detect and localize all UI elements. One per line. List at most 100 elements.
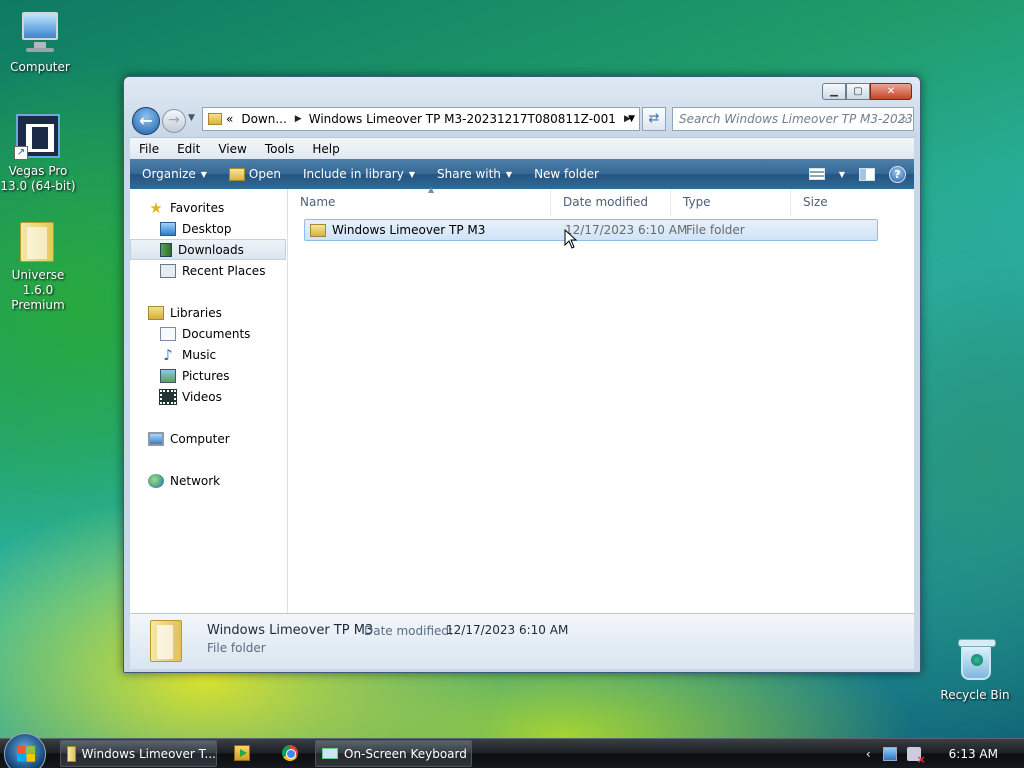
nav-label: Downloads	[178, 242, 244, 257]
column-header-type[interactable]: Type	[671, 189, 791, 215]
nav-label: Videos	[182, 389, 222, 404]
nav-music[interactable]: ♪ Music	[130, 344, 286, 365]
refresh-button[interactable]: ⇄	[642, 107, 666, 131]
taskbar-button-explorer[interactable]: Windows Limeover T...	[60, 740, 217, 767]
menu-help[interactable]: Help	[303, 142, 348, 156]
nav-label: Recent Places	[182, 263, 266, 278]
nav-label: Network	[170, 473, 221, 488]
command-bar-right: ▼ ?	[808, 165, 914, 183]
forward-button[interactable]: →	[162, 109, 186, 133]
breadcrumb-current-folder[interactable]: Windows Limeover TP M3-20231217T080811Z-…	[309, 112, 616, 126]
desktop-icon-computer[interactable]: Computer	[0, 8, 80, 75]
address-row: ← → ▼ « Down... ▶ Windows Limeover TP M3…	[132, 107, 914, 135]
column-header-date[interactable]: Date modified	[551, 189, 671, 215]
folder-icon	[14, 216, 62, 264]
include-label: Include in library	[302, 167, 404, 181]
dropdown-arrow-icon: ▼	[408, 169, 415, 179]
nav-label: Pictures	[182, 368, 230, 383]
start-button[interactable]	[4, 733, 46, 768]
nav-pictures[interactable]: Pictures	[130, 365, 286, 386]
nav-desktop[interactable]: Desktop	[130, 218, 286, 239]
taskbar-button-keyboard[interactable]: On-Screen Keyboard	[315, 740, 472, 767]
mouse-cursor-icon	[564, 229, 578, 249]
desktop-icon-universe[interactable]: Universe 1.6.0 Premium	[0, 216, 78, 313]
help-icon[interactable]: ?	[889, 165, 906, 183]
menu-file[interactable]: File	[130, 142, 168, 156]
clock[interactable]: 6:13 AM	[949, 747, 998, 761]
column-header-name[interactable]: ▲ Name	[288, 185, 551, 215]
desktop-icon-label: Recycle Bin	[940, 688, 1010, 702]
refresh-icon: ⇄	[648, 111, 660, 126]
media-player-icon[interactable]	[234, 745, 250, 761]
nav-downloads[interactable]: Downloads	[130, 239, 286, 260]
file-list: ▲ Name Date modified Type Size Windows L…	[288, 185, 914, 613]
new-folder-button[interactable]: New folder	[523, 167, 610, 181]
details-date-value: 12/17/2023 6:10 AM	[446, 623, 569, 637]
taskbar: Windows Limeover T... On-Screen Keyboard…	[0, 733, 1024, 768]
column-header-size[interactable]: Size	[791, 189, 871, 215]
column-label: Type	[683, 195, 711, 209]
maximize-button[interactable]: ▢	[846, 83, 870, 100]
recent-places-icon	[160, 263, 176, 278]
search-icon[interactable]: ⌕	[901, 112, 908, 127]
organize-label: Organize	[142, 167, 196, 181]
menu-tools[interactable]: Tools	[256, 142, 304, 156]
taskbar-button-label: Windows Limeover T...	[81, 746, 216, 761]
nav-computer[interactable]: Computer	[130, 428, 286, 449]
preview-pane-icon[interactable]	[859, 167, 875, 181]
nav-favorites[interactable]: ★ Favorites	[130, 197, 286, 218]
back-button[interactable]: ←	[132, 107, 160, 135]
organize-button[interactable]: Organize ▼	[130, 167, 218, 181]
show-hidden-icons-chevron[interactable]: ‹	[866, 747, 871, 761]
file-date: 12/17/2023 6:10 AM	[565, 223, 688, 237]
vegas-pro-icon: ↗	[14, 112, 62, 160]
menu-view[interactable]: View	[209, 142, 255, 156]
system-tray: ‹ 6:13 AM	[866, 739, 1024, 768]
nav-videos[interactable]: Videos	[130, 386, 286, 407]
nav-libraries[interactable]: Libraries	[130, 302, 286, 323]
dropdown-arrow-icon: ▼	[505, 169, 513, 179]
desktop-icon-vegas-pro[interactable]: ↗ Vegas Pro 13.0 (64-bit)	[0, 112, 78, 194]
nav-documents[interactable]: Documents	[130, 323, 286, 344]
nav-label: Computer	[170, 431, 230, 446]
back-arrow-icon: ←	[139, 111, 153, 130]
explorer-window[interactable]: ▁ ▢ ✕ ← → ▼ « Down... ▶ Windows Limeover…	[123, 76, 921, 673]
desktop-icon	[160, 221, 176, 236]
view-dropdown-icon[interactable]: ▼	[839, 170, 845, 179]
menu-edit[interactable]: Edit	[168, 142, 209, 156]
close-button[interactable]: ✕	[870, 83, 912, 100]
details-date-label: Date modified:	[364, 624, 454, 638]
network-tray-icon[interactable]	[882, 747, 897, 761]
open-folder-icon	[228, 167, 245, 181]
nav-network[interactable]: Network	[130, 470, 286, 491]
change-view-icon[interactable]	[808, 168, 825, 180]
minimize-button[interactable]: ▁	[822, 83, 846, 100]
table-row[interactable]: Windows Limeover TP M3 12/17/2023 6:10 A…	[304, 219, 878, 241]
star-icon: ★	[149, 198, 163, 217]
shortcut-arrow-icon: ↗	[14, 146, 28, 160]
recent-pages-dropdown[interactable]: ▼	[188, 113, 195, 123]
breadcrumb-chevron-icon[interactable]: ▶	[295, 114, 302, 124]
volume-muted-icon[interactable]	[906, 747, 926, 766]
nav-recent-places[interactable]: Recent Places	[130, 260, 286, 281]
nav-label: Desktop	[182, 221, 232, 236]
search-input[interactable]: Search Windows Limeover TP M3-2023... ⌕	[672, 107, 914, 131]
search-placeholder: Search Windows Limeover TP M3-2023...	[679, 112, 914, 126]
breadcrumb-downloads[interactable]: Down...	[241, 112, 286, 126]
breadcrumb-overflow[interactable]: «	[226, 112, 233, 126]
address-dropdown-icon[interactable]: ▼	[628, 114, 635, 124]
address-bar[interactable]: « Down... ▶ Windows Limeover TP M3-20231…	[202, 107, 640, 131]
share-label: Share with	[437, 167, 501, 181]
music-icon: ♪	[163, 345, 173, 364]
explorer-body: ★ Favorites Desktop Downloads Recent Pla…	[130, 185, 914, 613]
share-with-button[interactable]: Share with ▼	[426, 167, 523, 181]
include-in-library-button[interactable]: Include in library ▼	[292, 167, 426, 181]
nav-label: Music	[182, 347, 217, 362]
desktop-icon-label: Universe 1.6.0 Premium	[11, 268, 65, 312]
forward-arrow-icon: →	[168, 112, 180, 128]
chrome-icon[interactable]	[282, 745, 298, 761]
navigation-pane: ★ Favorites Desktop Downloads Recent Pla…	[130, 189, 288, 613]
desktop-icon-recycle-bin[interactable]: Recycle Bin	[935, 636, 1015, 703]
pictures-icon	[160, 368, 176, 383]
open-button[interactable]: Open	[218, 167, 292, 181]
